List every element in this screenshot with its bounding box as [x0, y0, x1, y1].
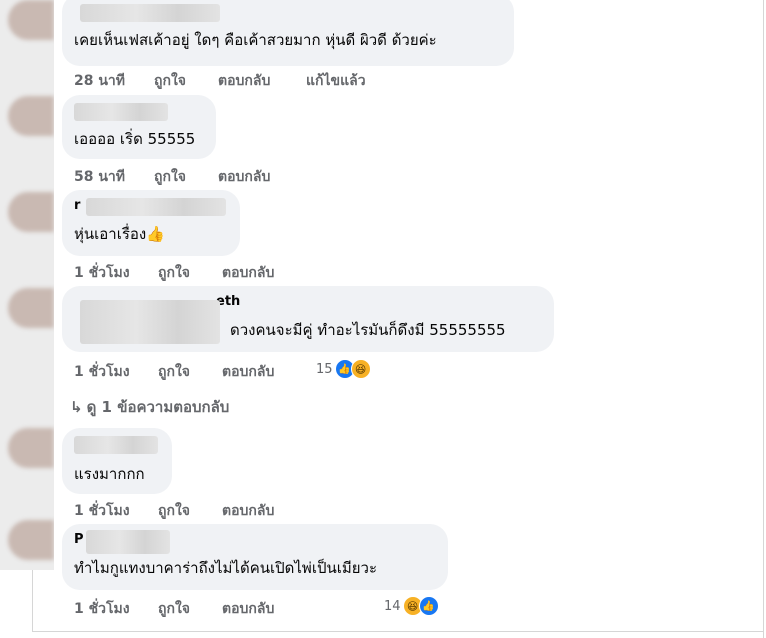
- avatar[interactable]: [8, 520, 54, 560]
- edited-label: แก้ไขแล้ว: [306, 73, 366, 89]
- like-link[interactable]: ถูกใจ: [154, 166, 186, 188]
- thread-line: [32, 570, 33, 632]
- avatar[interactable]: [8, 96, 54, 136]
- reply-link[interactable]: ตอบกลับ: [222, 500, 274, 522]
- comment-time[interactable]: 58 นาที: [74, 166, 125, 188]
- comment-time[interactable]: 1 ชั่วโมง: [74, 361, 130, 383]
- commenter-name[interactable]: [86, 530, 170, 554]
- comment-bubble: eth ดวงคนจะมีคู่ ทำอะไรมันก็ดึงมี 555555…: [62, 286, 554, 352]
- blurred-avatar-column: [0, 0, 54, 570]
- reply-link[interactable]: ตอบกลับ: [218, 166, 270, 188]
- comment-bubble: แรงมากกก: [62, 428, 172, 494]
- comment-text: เออออ เริ่ด 55555: [74, 130, 196, 148]
- comment-time[interactable]: 1 ชั่วโมง: [74, 598, 130, 620]
- commenter-name[interactable]: [80, 4, 220, 22]
- reply-link[interactable]: ตอบกลับ: [222, 262, 274, 284]
- view-replies-arrow-icon: ↳: [70, 398, 83, 416]
- comment-bubble: r หุ่นเอาเรื่อง👍: [62, 190, 240, 256]
- view-replies-label: ดู 1 ข้อความตอบกลับ: [86, 398, 230, 416]
- divider: [32, 631, 764, 632]
- avatar[interactable]: [8, 428, 54, 468]
- comment: r หุ่นเอาเรื่อง👍: [62, 190, 240, 256]
- comment-time[interactable]: 28 นาที: [74, 70, 125, 92]
- comment-bubble: P ทำไมกูแทงบาคาร่าถึงไม่ได้คนเปิดไพ่เป็น…: [62, 524, 448, 590]
- commenter-name-fragment[interactable]: r: [74, 198, 80, 213]
- comment-bubble: เออออ เริ่ด 55555: [62, 95, 216, 159]
- like-icon: 👍: [418, 596, 439, 616]
- avatar[interactable]: [8, 288, 54, 328]
- comment-text: ทำไมกูแทงบาคาร่าถึงไม่ได้คนเปิดไพ่เป็นเม…: [74, 559, 378, 577]
- like-link[interactable]: ถูกใจ: [158, 598, 190, 620]
- reaction-count: 14: [384, 598, 401, 614]
- comment-text: หุ่นเอาเรื่อง👍: [74, 225, 165, 243]
- comment-time[interactable]: 1 ชั่วโมง: [74, 262, 130, 284]
- reply-link[interactable]: ตอบกลับ: [222, 598, 274, 620]
- commenter-name[interactable]: [74, 103, 168, 121]
- view-replies-link[interactable]: ↳ ดู 1 ข้อความตอบกลับ: [70, 395, 229, 419]
- commenter-name[interactable]: [86, 198, 226, 216]
- reply-link[interactable]: ตอบกลับ: [218, 70, 270, 92]
- commenter-name[interactable]: [80, 300, 220, 344]
- avatar[interactable]: [8, 0, 54, 40]
- commenter-name[interactable]: [74, 436, 158, 454]
- comment: P ทำไมกูแทงบาคาร่าถึงไม่ได้คนเปิดไพ่เป็น…: [62, 524, 448, 590]
- panel-border: [763, 0, 764, 638]
- comment-text: แรงมากกก: [74, 465, 145, 483]
- haha-icon: 😆: [350, 359, 371, 379]
- comment-text: เคยเห็นเฟสเค้าอยู่ ใดๆ คือเค้าสวยมาก หุ่…: [74, 31, 437, 49]
- reaction-count: 15: [316, 361, 333, 377]
- like-link[interactable]: ถูกใจ: [158, 262, 190, 284]
- like-link[interactable]: ถูกใจ: [158, 361, 190, 383]
- like-link[interactable]: ถูกใจ: [158, 500, 190, 522]
- comment: เคยเห็นเฟสเค้าอยู่ ใดๆ คือเค้าสวยมาก หุ่…: [62, 0, 514, 66]
- like-link[interactable]: ถูกใจ: [154, 70, 186, 92]
- avatar[interactable]: [8, 192, 54, 232]
- comment: eth ดวงคนจะมีคู่ ทำอะไรมันก็ดึงมี 555555…: [62, 286, 554, 352]
- comment-bubble: เคยเห็นเฟสเค้าอยู่ ใดๆ คือเค้าสวยมาก หุ่…: [62, 0, 514, 66]
- commenter-name-fragment[interactable]: P: [74, 532, 84, 547]
- comment-time[interactable]: 1 ชั่วโมง: [74, 500, 130, 522]
- reaction-summary[interactable]: 14 😆 👍: [384, 596, 439, 616]
- comment: แรงมากกก: [62, 428, 172, 494]
- reaction-summary[interactable]: 15 👍 😆: [316, 359, 371, 379]
- comment: เออออ เริ่ด 55555: [62, 95, 216, 159]
- reply-link[interactable]: ตอบกลับ: [222, 361, 274, 383]
